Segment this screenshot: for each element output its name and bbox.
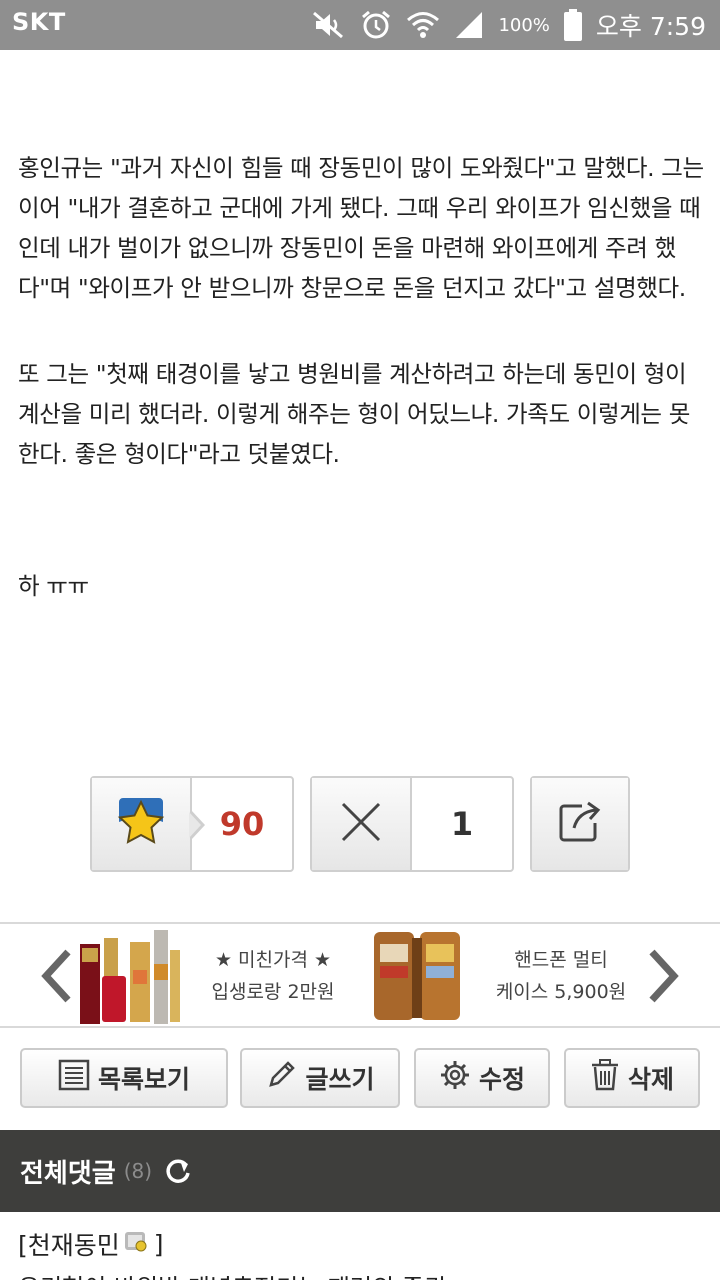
share-button[interactable]	[530, 776, 630, 872]
mute-icon	[312, 10, 346, 40]
article-paragraph: 홍인규는 "과거 자신이 힘들 때 장동민이 많이 도와줬다"고 말했다. 그는…	[18, 154, 704, 302]
battery-icon	[563, 9, 582, 41]
delete-button[interactable]: 삭제	[564, 1048, 700, 1108]
ad-subline: 케이스 5,900원	[495, 981, 627, 1003]
dislike-button[interactable]: 1	[310, 776, 514, 872]
close-icon	[339, 800, 383, 848]
comment-author-bracket: ]	[153, 1229, 164, 1259]
battery-percent: 100%	[498, 14, 550, 36]
comment-text: 우리형이 바위발 개념충전기는 패러의 존귀	[18, 1268, 446, 1280]
share-icon	[556, 798, 604, 850]
share-icon-cell[interactable]	[532, 778, 628, 870]
like-icon-cell[interactable]	[92, 778, 192, 870]
edit-button[interactable]: 수정	[414, 1048, 550, 1108]
ad-subline: 입생로랑 2만원	[211, 981, 335, 1003]
comments-title: 전체댓글	[20, 1158, 116, 1189]
article-body: 홍인규는 "과거 자신이 힘들 때 장동민이 많이 도와줬다"고 말했다. 그는…	[18, 148, 708, 606]
dislike-count: 1	[450, 805, 474, 843]
ad-headline: 핸드폰 멀티	[514, 949, 608, 971]
trash-icon	[590, 1059, 620, 1097]
refresh-icon[interactable]	[164, 1157, 192, 1185]
comments-header: 전체댓글 (8)	[0, 1130, 720, 1212]
edit-button-label: 수정	[478, 1065, 525, 1094]
list-button-label: 목록보기	[97, 1065, 190, 1094]
comment-author[interactable]: [천재동민 ]	[18, 1226, 164, 1262]
carrier-label: SKT	[12, 8, 66, 36]
ad-text-cosmetics[interactable]: ★ 미친가격 ★ 입생로랑 2만원	[190, 944, 356, 1008]
pencil-icon	[265, 1059, 297, 1097]
list-icon	[58, 1059, 90, 1097]
alarm-icon	[360, 9, 392, 41]
status-bar: SKT 100% 오후 7:59	[0, 0, 720, 50]
delete-button-label: 삭제	[627, 1065, 674, 1094]
chevron-right-icon[interactable]	[646, 948, 682, 1008]
chevron-left-icon[interactable]	[38, 948, 74, 1008]
wifi-icon	[406, 10, 440, 40]
member-badge-icon	[124, 1229, 148, 1259]
ad-banner: ★ 미친가격 ★ 입생로랑 2만원 핸드폰 멀티 케이스 5,900원	[0, 922, 720, 1028]
dislike-icon-cell[interactable]	[312, 778, 412, 870]
ad-headline: ★ 미친가격 ★	[214, 949, 332, 971]
status-time: 오후 7:59	[595, 12, 706, 41]
article-paragraph: 또 그는 "첫째 태경이를 낳고 병원비를 계산하려고 하는데 동민이 형이 계…	[18, 360, 690, 468]
cosmetics-product-image[interactable]	[78, 930, 182, 1026]
phone-case-image[interactable]	[370, 928, 466, 1026]
ad-text-phonecase[interactable]: 핸드폰 멀티 케이스 5,900원	[478, 944, 644, 1008]
comment-author-name: [천재동민	[18, 1231, 120, 1260]
like-button[interactable]: 90	[90, 776, 294, 872]
status-icons: 100% 오후 7:59	[312, 0, 706, 50]
write-button-label: 글쓰기	[305, 1065, 375, 1094]
star-icon	[113, 794, 169, 854]
list-button[interactable]: 목록보기	[20, 1048, 228, 1108]
signal-icon	[454, 10, 484, 40]
like-count: 90	[219, 805, 265, 843]
article-paragraph: 하 ㅠㅠ	[18, 572, 89, 600]
write-button[interactable]: 글쓰기	[240, 1048, 400, 1108]
gear-icon	[439, 1059, 471, 1097]
comments-count: (8)	[123, 1159, 153, 1183]
